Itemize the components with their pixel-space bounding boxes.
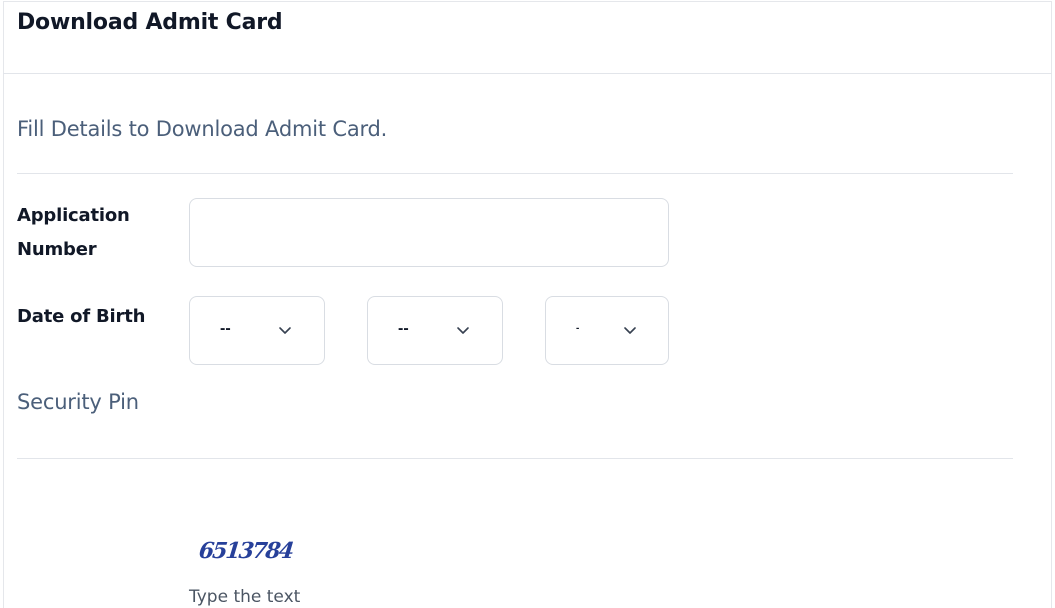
page-frame: [3, 1, 1052, 608]
security-pin-label: Security Pin: [17, 390, 139, 414]
dob-month-select[interactable]: --: [367, 296, 503, 365]
dob-year-value: -: [576, 323, 580, 334]
captcha-hint: Type the text: [189, 587, 301, 607]
page-header: Download Admit Card: [3, 1, 1052, 74]
dob-month-value: --: [398, 320, 409, 337]
page-title: Download Admit Card: [17, 10, 283, 35]
date-of-birth-label: Date of Birth: [17, 306, 146, 327]
divider: [17, 458, 1013, 459]
captcha-image: 6513784: [197, 538, 294, 564]
divider: [17, 173, 1013, 174]
application-number-label: Application Number: [17, 199, 157, 267]
form-subtitle: Fill Details to Download Admit Card.: [17, 117, 388, 141]
dob-day-select[interactable]: --: [189, 296, 325, 365]
chevron-down-icon: [279, 327, 291, 334]
application-number-label-line2: Number: [17, 239, 97, 260]
dob-day-value: --: [220, 320, 231, 337]
chevron-down-icon: [624, 327, 636, 334]
application-number-label-line1: Application: [17, 205, 130, 226]
chevron-down-icon: [457, 327, 469, 334]
application-number-input[interactable]: [189, 198, 669, 267]
dob-year-select[interactable]: -: [545, 296, 669, 365]
